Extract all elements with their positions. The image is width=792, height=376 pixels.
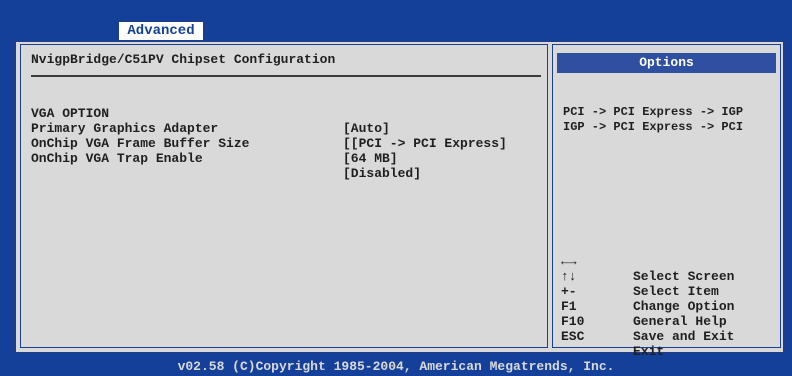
setting-frame-buffer-size[interactable]: OnChip VGA Frame Buffer Size [64 MB] <box>31 121 398 166</box>
page-title: NvigpBridge/C51PV Chipset Configuration <box>31 52 336 67</box>
key-exit: ESC Exit <box>561 314 664 359</box>
key-legend: ←→ Select Screen ↑↓ Select Item +- Chang… <box>561 239 734 359</box>
setting-value[interactable]: [64 MB] <box>343 151 398 166</box>
key-save-exit: F10 Save and Exit <box>561 299 734 344</box>
key-change-option: +- Change Option <box>561 269 734 314</box>
help-panel: Options PCI -> PCI Express -> IGP IGP ->… <box>552 44 781 359</box>
key-description: General Help <box>633 314 727 329</box>
settings-panel: NvigpBridge/C51PV Chipset Configuration … <box>20 44 548 348</box>
key-select-item: ↑↓ Select Item <box>561 254 719 299</box>
option-choice[interactable]: PCI -> PCI Express -> IGP <box>563 105 743 120</box>
key-description: Select Item <box>633 284 719 299</box>
settings-list: VGA OPTION [Auto] Primary Graphics Adapt… <box>31 91 507 181</box>
tab-advanced[interactable]: Advanced <box>117 20 205 40</box>
setting-value[interactable]: [Disabled] <box>343 166 421 181</box>
setting-value[interactable]: [Auto] <box>343 121 390 136</box>
key-description: Save and Exit <box>633 329 735 344</box>
key-description: Select Screen <box>633 269 735 284</box>
title-divider <box>31 75 541 77</box>
setting-primary-graphics-adapter[interactable]: Primary Graphics Adapter [[PCI -> PCI Ex… <box>31 106 507 151</box>
setting-label: OnChip VGA Trap Enable <box>31 151 203 166</box>
setting-value[interactable]: [[PCI -> PCI Express] <box>343 136 507 151</box>
option-choice[interactable]: IGP -> PCI Express -> PCI <box>563 120 743 135</box>
bios-frame: NvigpBridge/C51PV Chipset Configuration … <box>14 40 785 359</box>
copyright-footer: v02.58 (C)Copyright 1985-2004, American … <box>177 359 615 374</box>
key-select-screen: ←→ Select Screen <box>561 239 734 284</box>
key-general-help: F1 General Help <box>561 284 727 329</box>
key-description: Exit <box>633 344 665 359</box>
key-label: ESC <box>561 329 585 344</box>
setting-vga-option[interactable]: VGA OPTION [Auto] <box>31 91 390 136</box>
options-list: PCI -> PCI Express -> IGP IGP -> PCI Exp… <box>563 105 743 135</box>
key-description: Change Option <box>633 299 735 314</box>
options-header: Options <box>557 53 776 73</box>
setting-vga-trap-enable[interactable]: OnChip VGA Trap Enable [Disabled] <box>31 136 421 181</box>
